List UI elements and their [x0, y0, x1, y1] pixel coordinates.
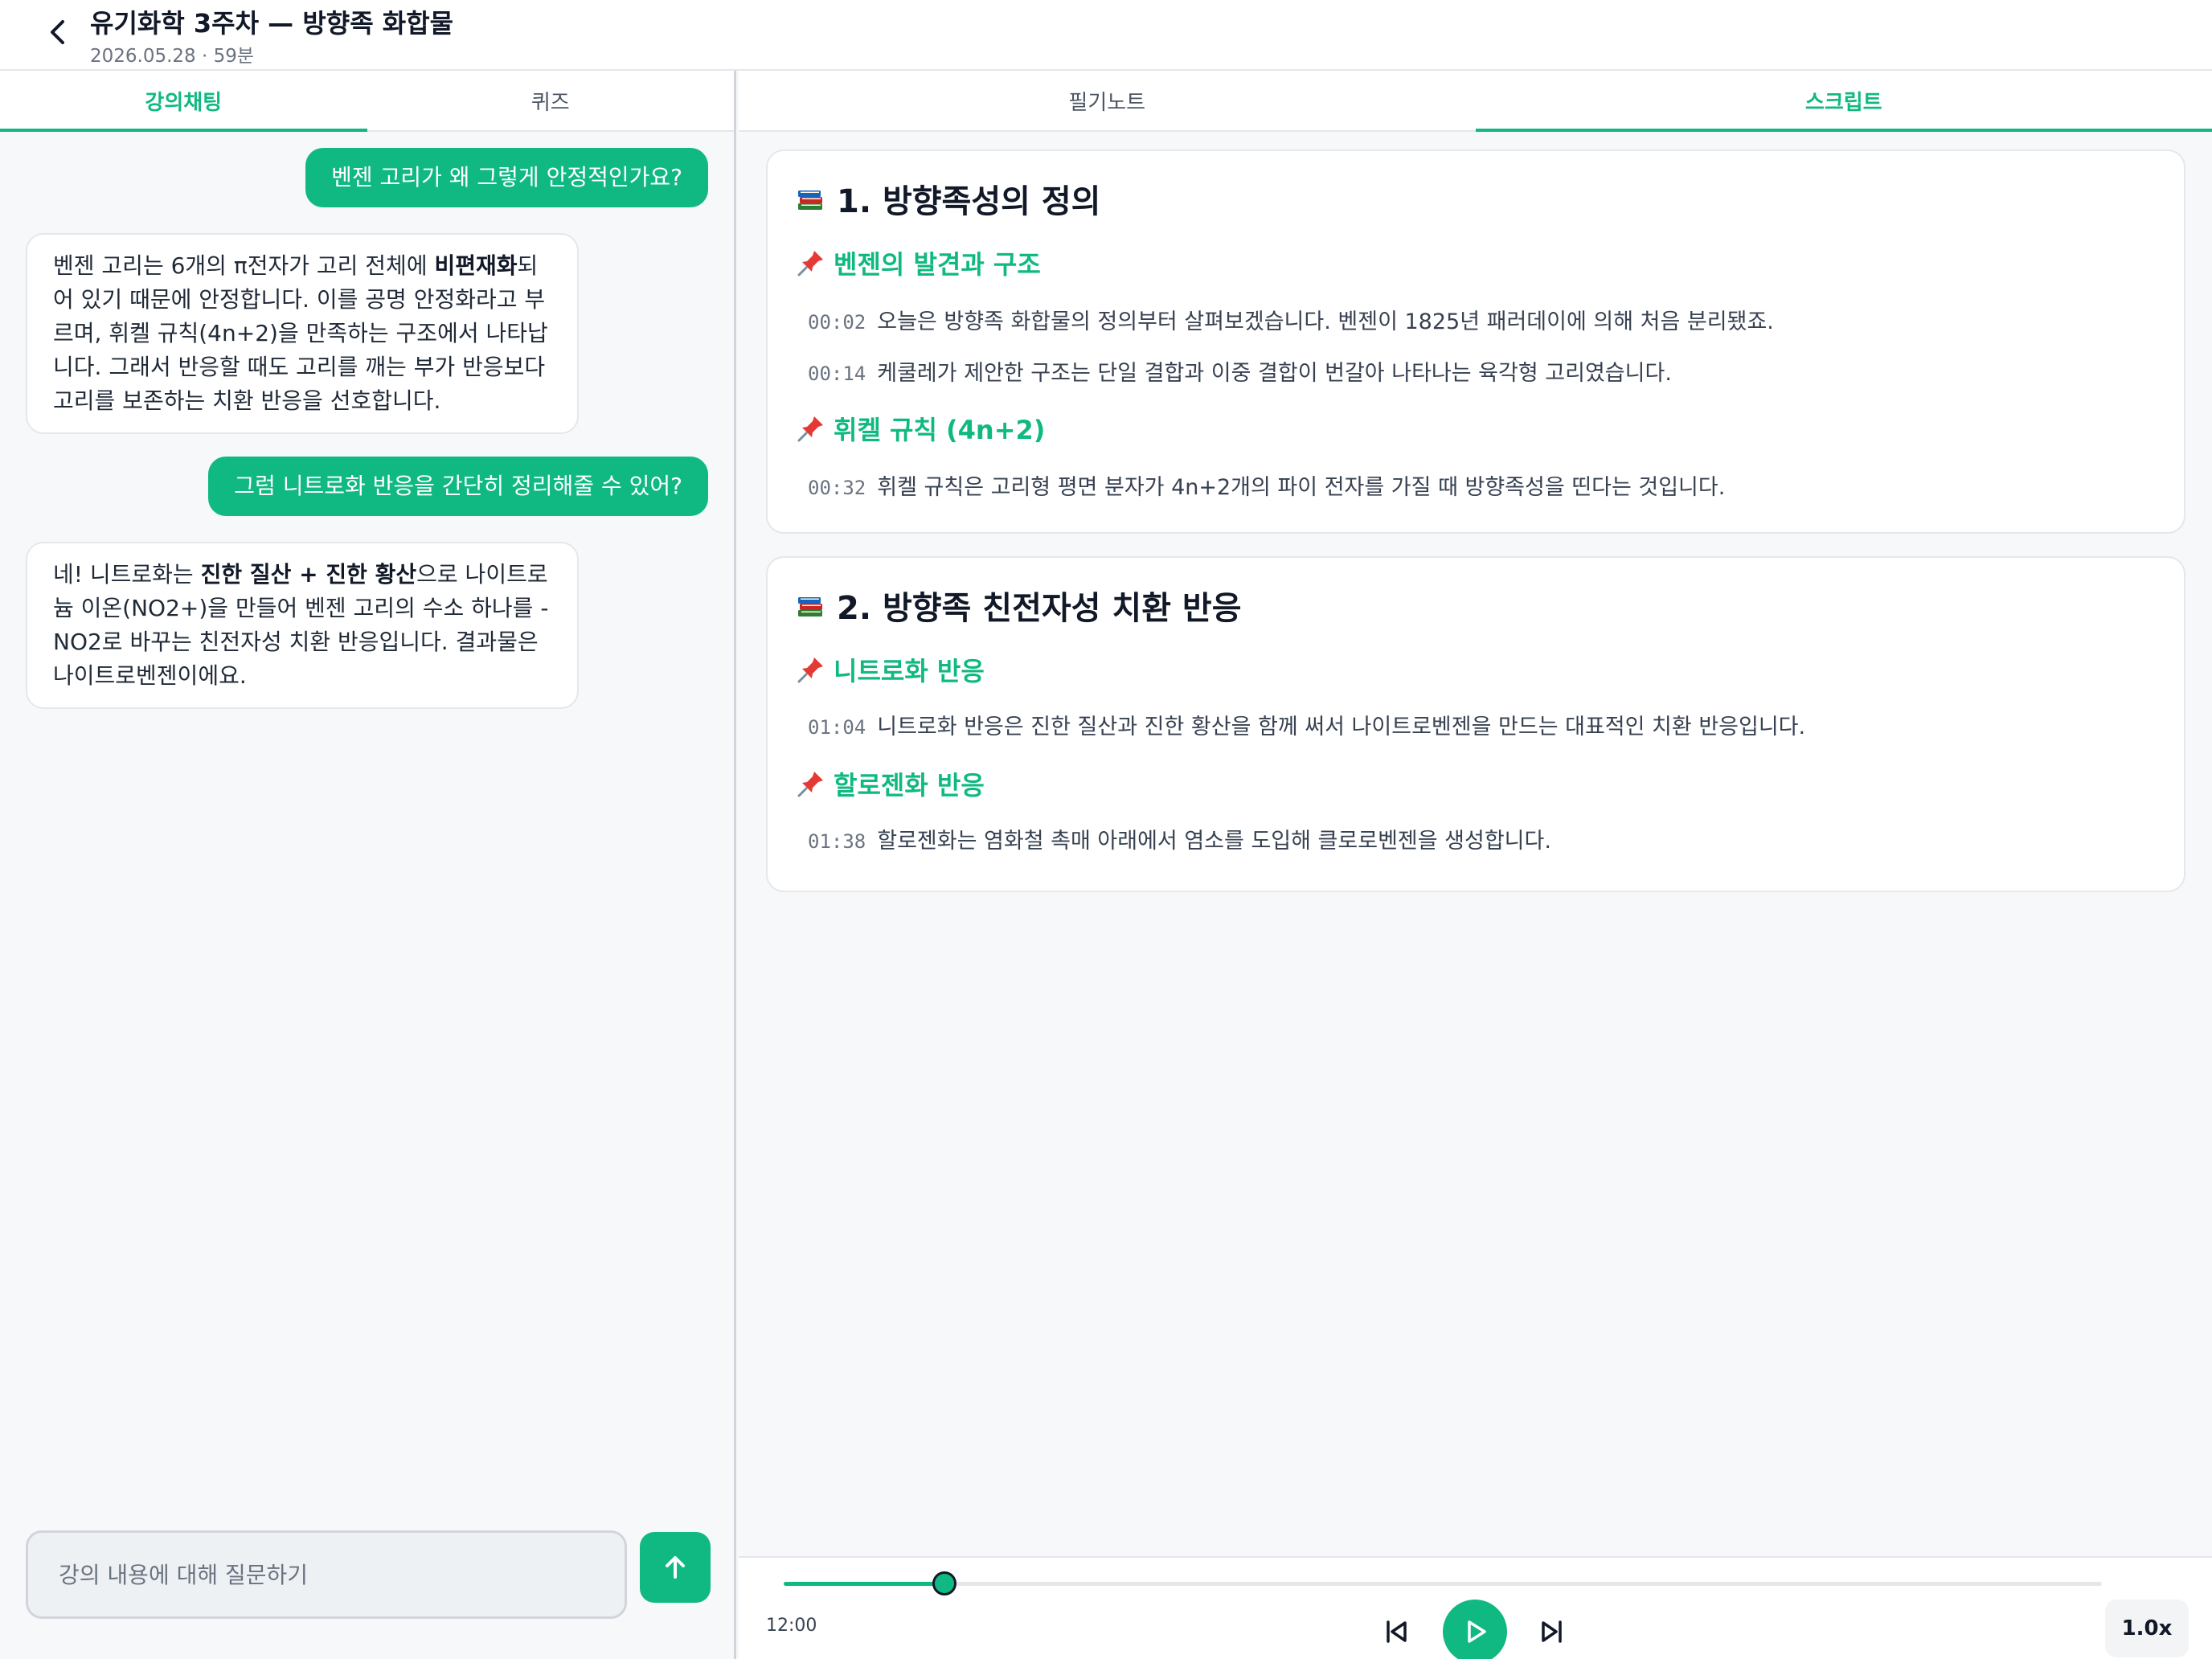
- bot-message: 네! 니트로화는 진한 질산 + 진한 황산으로 나이트로늄 이온(NO2+)을…: [26, 542, 579, 709]
- pushpin-icon: [797, 416, 823, 442]
- subsection-title: 휘켈 규칙 (4n+2): [795, 410, 1045, 447]
- user-message: 그럼 니트로화 반응을 간단히 정리해줄 수 있어?: [208, 457, 708, 516]
- timestamp[interactable]: 00:02: [808, 311, 866, 334]
- top-header: 유기화학 3주차 — 방향족 화합물 2026.05.28 · 59분: [0, 0, 2212, 71]
- send-button[interactable]: [640, 1532, 711, 1603]
- pushpin-icon: [797, 251, 823, 276]
- transcript-text: 할로젠화는 염화철 촉매 아래에서 염소를 도입해 클로로벤젠을 생성합니다.: [877, 829, 1551, 854]
- section-title: 1. 방향족성의 정의: [795, 175, 1100, 222]
- script-content: 1. 방향족성의 정의 벤젠의 발견과 구조 00:02 오늘은 방향족 화합물…: [739, 132, 2212, 1555]
- chevron-left-icon: [51, 20, 64, 44]
- play-icon: [1468, 1620, 1486, 1643]
- subsection-title: 니트로화 반응: [795, 651, 985, 688]
- pushpin-icon: [797, 657, 823, 683]
- transcript-line[interactable]: 00:02 오늘은 방향족 화합물의 정의부터 살펴보겠습니다. 벤젠이 182…: [808, 304, 1774, 335]
- timestamp[interactable]: 01:04: [808, 716, 866, 739]
- tab-script[interactable]: 스크립트: [1475, 71, 2212, 132]
- section-card: 1. 방향족성의 정의 벤젠의 발견과 구조 00:02 오늘은 방향족 화합물…: [766, 150, 2185, 534]
- bot-message-text: 네! 니트로화는: [53, 561, 201, 588]
- subsection-title-text: 니트로화 반응: [834, 656, 985, 686]
- play-button[interactable]: [1443, 1600, 1507, 1659]
- tab-notes[interactable]: 필기노트: [739, 71, 1476, 130]
- left-tabs: 강의채팅 퀴즈: [0, 71, 734, 132]
- books-icon: [798, 190, 822, 210]
- transcript-text: 니트로화 반응은 진한 질산과 진한 황산을 함께 써서 나이트로벤젠을 만드는…: [877, 715, 1806, 739]
- lecture-meta: 2026.05.28 · 59분: [90, 46, 255, 67]
- chat-composer: [26, 1530, 711, 1620]
- transcript-text: 케쿨레가 제안한 구조는 단일 결합과 이중 결합이 번갈아 나타나는 육각형 …: [877, 361, 1672, 386]
- progress-slider[interactable]: [784, 1571, 2102, 1596]
- transcript-text: 오늘은 방향족 화합물의 정의부터 살펴보겠습니다. 벤젠이 1825년 패러데…: [877, 309, 1774, 334]
- subsection-title-text: 벤젠의 발견과 구조: [834, 249, 1041, 280]
- subsection-title-text: 휘켈 규칙 (4n+2): [834, 415, 1046, 445]
- bot-message-text: 벤젠 고리는 6개의 π전자가 고리 전체에: [53, 252, 435, 279]
- progress-fill: [784, 1582, 945, 1586]
- lecture-title: 유기화학 3주차 — 방향족 화합물: [90, 8, 454, 39]
- timestamp[interactable]: 00:14: [808, 363, 866, 385]
- transcript-line[interactable]: 00:14 케쿨레가 제안한 구조는 단일 결합과 이중 결합이 번갈아 나타나…: [808, 355, 1672, 387]
- prev-button[interactable]: [1374, 1609, 1419, 1654]
- bot-message: 벤젠 고리는 6개의 π전자가 고리 전체에 비편재화되어 있기 때문에 안정합…: [26, 233, 579, 434]
- timestamp[interactable]: 00:32: [808, 477, 866, 499]
- tab-lecture-chat[interactable]: 강의채팅: [0, 71, 367, 132]
- back-button[interactable]: [42, 16, 74, 48]
- left-panel: 강의채팅 퀴즈 벤젠 고리가 왜 그렇게 안정적인가요? 벤젠 고리는 6개의 …: [0, 71, 736, 1659]
- bot-message-bold: 비편재화: [434, 252, 518, 279]
- transcript-line[interactable]: 01:38 할로젠화는 염화철 촉매 아래에서 염소를 도입해 클로로벤젠을 생…: [808, 823, 1551, 854]
- progress-thumb[interactable]: [932, 1571, 957, 1596]
- section-title-text: 2. 방향족 친전자성 치환 반응: [837, 590, 1242, 627]
- media-player: 12:00 1.0x: [739, 1556, 2212, 1659]
- section-title-text: 1. 방향족성의 정의: [837, 183, 1101, 220]
- subsection-title: 벤젠의 발견과 구조: [795, 244, 1041, 281]
- current-time: 12:00: [766, 1616, 817, 1636]
- skip-forward-icon: [1542, 1620, 1562, 1643]
- books-icon: [798, 597, 822, 616]
- transcript-text: 휘켈 규칙은 고리형 평면 분자가 4n+2개의 파이 전자를 가질 때 방향족…: [877, 475, 1726, 500]
- transcript-line[interactable]: 00:32 휘켈 규칙은 고리형 평면 분자가 4n+2개의 파이 전자를 가질…: [808, 469, 1725, 501]
- chat-input[interactable]: [26, 1530, 627, 1619]
- chat-messages: 벤젠 고리가 왜 그렇게 안정적인가요? 벤젠 고리는 6개의 π전자가 고리 …: [0, 132, 734, 1563]
- section-title: 2. 방향족 친전자성 치환 반응: [795, 582, 1242, 629]
- skip-back-icon: [1387, 1620, 1407, 1643]
- arrow-up-icon: [666, 1556, 685, 1579]
- transcript-line[interactable]: 01:04 니트로화 반응은 진한 질산과 진한 황산을 함께 써서 나이트로벤…: [808, 709, 1805, 740]
- subsection-title: 할로젠화 반응: [795, 765, 985, 802]
- right-panel: 필기노트 스크립트 1. 방향족성의 정의 벤젠의 발견과 구조 00:02 오…: [739, 71, 2212, 1659]
- section-card: 2. 방향족 친전자성 치환 반응 니트로화 반응 01:04 니트로화 반응은…: [766, 556, 2185, 892]
- pushpin-icon: [797, 772, 823, 797]
- right-tabs: 필기노트 스크립트: [739, 71, 2212, 132]
- subsection-title-text: 할로젠화 반응: [834, 770, 985, 801]
- playback-speed-button[interactable]: 1.0x: [2105, 1600, 2189, 1657]
- tab-quiz[interactable]: 퀴즈: [367, 71, 735, 130]
- user-message: 벤젠 고리가 왜 그렇게 안정적인가요?: [305, 148, 708, 207]
- timestamp[interactable]: 01:38: [808, 830, 866, 853]
- bot-message-bold: 진한 질산 + 진한 황산: [200, 561, 417, 588]
- next-button[interactable]: [1530, 1609, 1575, 1654]
